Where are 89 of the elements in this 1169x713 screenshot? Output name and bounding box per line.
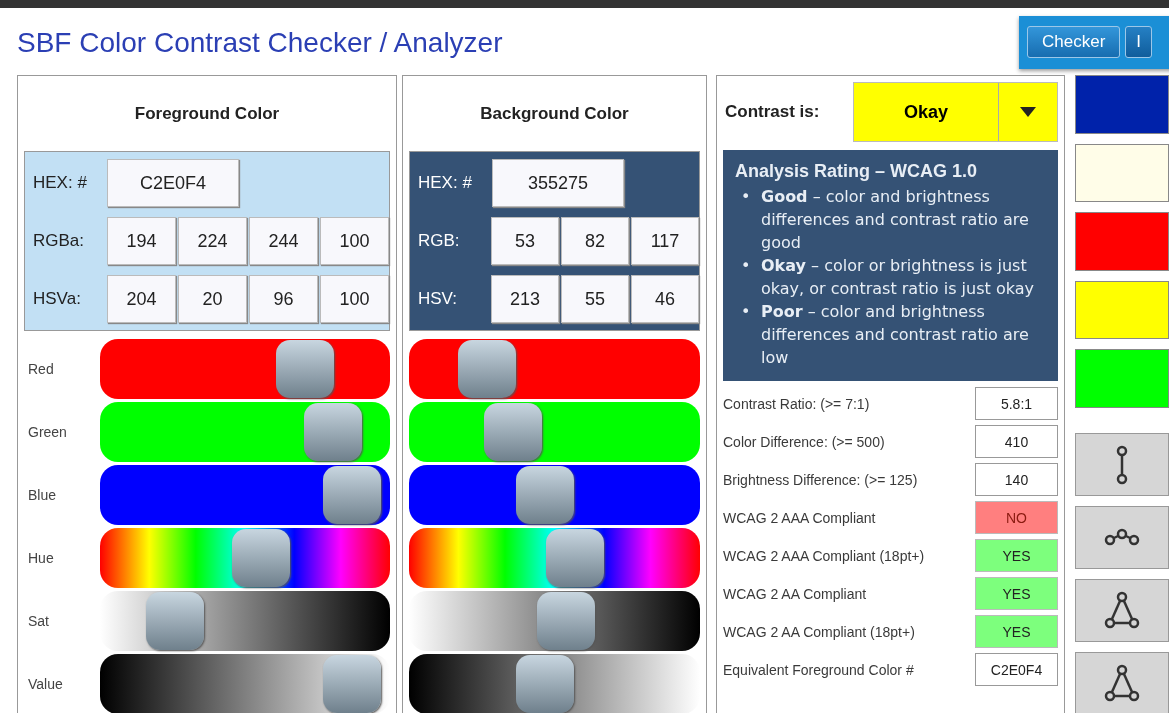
legend-item: Good – color and brightness differences and contrast ratio are good [761,186,1030,254]
number-field[interactable]: 100 [320,275,389,323]
legend-item: Poor – color and brightness differences and contrast ratio are low [761,301,1030,369]
number-field[interactable]: 55 [560,275,629,323]
slider-track[interactable] [409,528,700,588]
slider-thumb[interactable] [232,529,291,587]
result-value: YES [975,615,1058,648]
result-value: 140 [975,463,1058,496]
result-value: C2E0F4 [975,653,1058,686]
color-swatch[interactable] [1075,280,1169,340]
number-field[interactable]: 224 [178,217,247,265]
result-label: WCAG 2 AA Compliant [723,585,867,602]
slider-thumb[interactable] [322,655,381,713]
slider-thumb[interactable] [483,403,542,461]
color-swatch[interactable] [1075,349,1169,408]
result-label: Color Difference: (>= 500) [723,433,885,450]
tool-button[interactable] [1075,505,1169,569]
slider-track[interactable] [100,528,390,588]
slider-track[interactable] [100,465,390,525]
slider-label: Value [27,676,64,692]
result-label: WCAG 2 AAA Compliant (18pt+) [723,547,925,564]
number-field[interactable]: 20 [178,275,247,323]
number-field[interactable]: 194 [107,217,176,265]
slider-thumb[interactable] [304,403,363,461]
number-field[interactable]: 46 [630,275,699,323]
slider-thumb[interactable] [322,466,381,524]
number-field[interactable]: 244 [249,217,318,265]
slider-track[interactable] [100,654,390,713]
tool-button[interactable] [1075,578,1169,642]
tool-button[interactable] [1075,651,1169,713]
result-value: 5.8:1 [975,387,1058,420]
result-value: NO [975,501,1058,534]
number-field[interactable]: 53 [490,217,559,265]
slider-thumb[interactable] [146,592,205,650]
slider-label: Sat [27,613,50,629]
number-field[interactable]: 82 [560,217,629,265]
number-field[interactable]: 117 [630,217,699,265]
toolbar-button[interactable]: I [1125,26,1153,58]
field-label: RGBa: [33,231,86,251]
field-label: RGB: [418,231,461,251]
legend-item: Okay – color or brightness is just okay, or contrast ratio is just okay [761,255,1035,300]
slider-thumb[interactable] [516,655,575,713]
panel-title: Foreground Color [134,103,280,124]
number-field[interactable]: 96 [249,275,318,323]
slider-thumb[interactable] [276,340,335,398]
hex-field[interactable]: 355275 [492,159,624,207]
result-label: WCAG 2 AAA Compliant [723,509,876,526]
tool-button[interactable] [1075,432,1169,496]
slider-track[interactable] [409,654,700,713]
field-label: HEX: # [33,173,88,193]
color-swatch[interactable] [1075,212,1169,271]
result-label: Brightness Difference: (>= 125) [723,471,918,488]
color-swatch[interactable] [1075,143,1169,203]
slider-thumb[interactable] [546,529,605,587]
contrast-dropdown[interactable]: Okay [853,82,1058,142]
toolbar-button[interactable]: Checker [1027,26,1121,58]
slider-track[interactable] [100,402,390,462]
field-label: HSVa: [33,289,82,309]
bullet: • [741,255,752,277]
slider-track[interactable] [409,465,700,525]
contrast-label: Contrast is: [724,102,821,122]
slider-thumb[interactable] [516,466,575,524]
result-value: YES [975,577,1058,610]
number-field[interactable]: 213 [490,275,559,323]
bullet: • [741,186,752,208]
number-field[interactable]: 100 [320,217,389,265]
slider-track[interactable] [100,339,390,399]
field-label: HEX: # [418,173,473,193]
color-swatch[interactable] [1075,75,1169,134]
result-label: WCAG 2 AA Compliant (18pt+) [723,623,915,640]
field-label: HSV: [418,289,459,309]
slider-track[interactable] [409,402,700,462]
slider-track[interactable] [409,339,700,399]
result-value: YES [975,539,1058,572]
hex-field[interactable]: C2E0F4 [107,159,239,207]
slider-thumb[interactable] [457,340,516,398]
panel-title: Background Color [480,103,629,124]
bullet: • [741,301,752,323]
slider-label: Red [27,361,55,377]
slider-label: Green [27,424,68,440]
slider-label: Hue [27,550,55,566]
caret-icon [1020,107,1036,117]
slider-thumb[interactable] [537,592,596,650]
result-label: Equivalent Foreground Color # [723,661,914,678]
legend-title: Analysis Rating – WCAG 1.0 [735,160,979,183]
slider-label: Blue [27,487,58,503]
number-field[interactable]: 204 [107,275,176,323]
result-value: 410 [975,425,1058,458]
result-label: Contrast Ratio: (>= 7:1) [723,395,870,412]
